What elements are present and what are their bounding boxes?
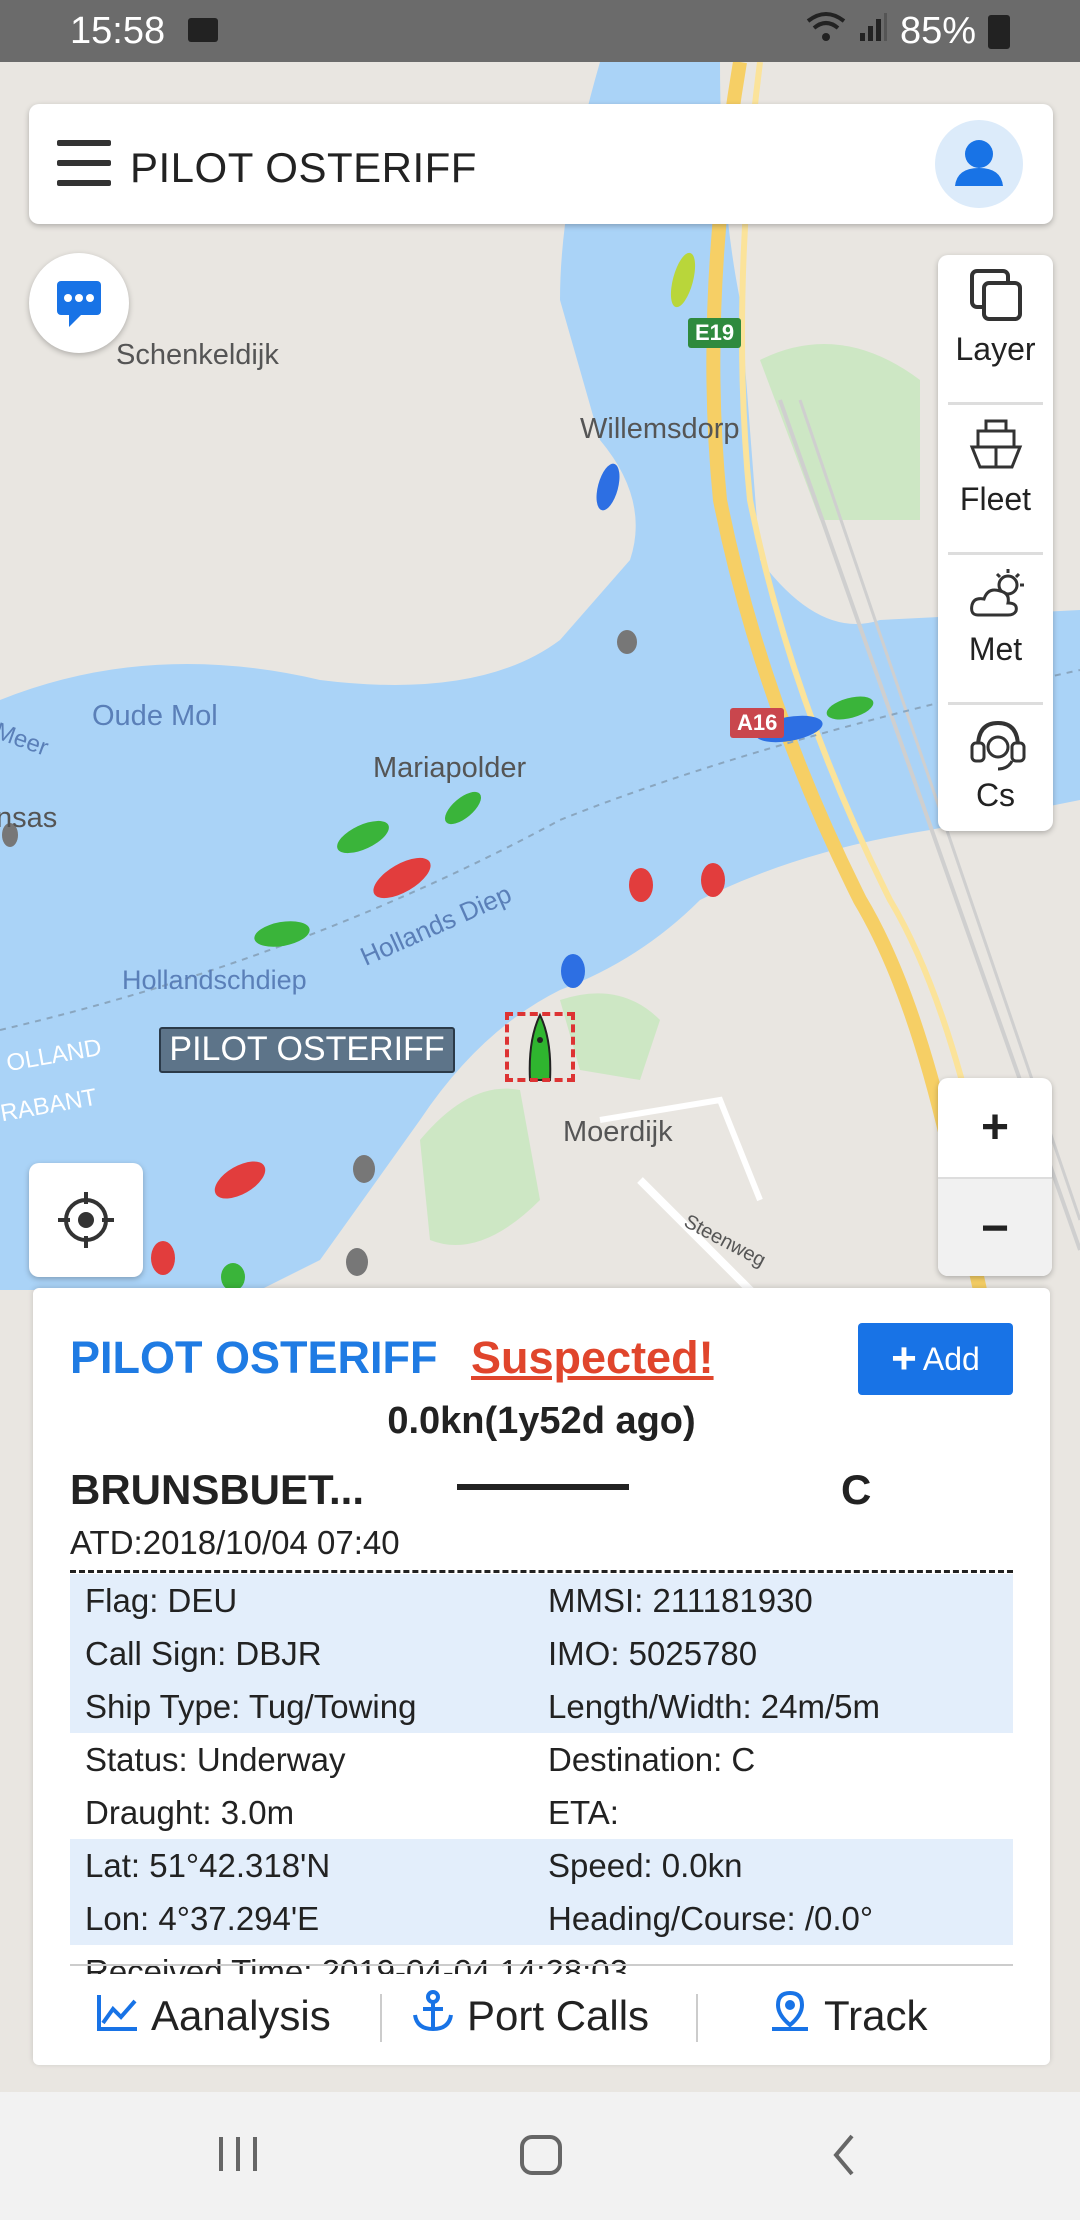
route-line (457, 1484, 629, 1490)
user-avatar[interactable] (935, 120, 1023, 208)
map-label-hollandschdiep: Hollandschdiep (122, 965, 307, 995)
detail-row: Lon: 4°37.294'E Heading/Course: /0.0° (70, 1892, 1013, 1945)
map-label-sas: nsas (0, 802, 58, 834)
map-label-mariapolder: Mariapolder (373, 752, 527, 784)
detail-row: Status: Underway Destination: C (70, 1733, 1013, 1786)
folder-icon (188, 18, 218, 42)
lat-value: Lat: 51°42.318'N (85, 1847, 331, 1884)
cs-button[interactable]: Cs (938, 705, 1053, 855)
met-label: Met (968, 631, 1023, 667)
lon-value: Lon: 4°37.294'E (85, 1900, 320, 1937)
fleet-button[interactable]: Fleet (938, 405, 1053, 555)
fleet-label: Fleet (959, 481, 1032, 517)
analysis-tab[interactable]: Aanalysis (95, 1966, 331, 2065)
search-title[interactable]: PILOT OSTERIFF (130, 144, 477, 192)
crosshair-icon (58, 1192, 114, 1248)
heading-course-value: Heading/Course: /0.0° (548, 1900, 874, 1937)
location-pin-icon (768, 1969, 812, 2068)
port-calls-label: Port Calls (467, 1992, 650, 2039)
user-icon (955, 140, 1003, 186)
map-tool-panel: Layer Fleet Met Cs (938, 255, 1053, 831)
anchor-icon (411, 1969, 455, 2068)
road-shield-e19: E19 (688, 318, 742, 348)
signal-icon (858, 10, 888, 53)
met-button[interactable]: Met (938, 555, 1053, 705)
chat-button[interactable] (29, 253, 129, 353)
track-tab[interactable]: Track (768, 1966, 927, 2065)
battery-icon (988, 14, 1010, 49)
divider (70, 1570, 1013, 1573)
mmsi-value: MMSI: 211181930 (548, 1582, 813, 1619)
menu-icon[interactable] (57, 140, 111, 188)
map-label-moerdijk: Moerdijk (563, 1116, 673, 1148)
battery-level: 85% (899, 10, 976, 52)
analysis-label: Aanalysis (151, 1992, 331, 2039)
weather-icon (970, 569, 1024, 617)
layer-button[interactable]: Layer (938, 255, 1053, 405)
wifi-icon (806, 10, 846, 53)
map-label-willemsdorp: Willemsdorp (580, 413, 740, 445)
speed-value: Speed: 0.0kn (548, 1847, 743, 1884)
clock: 15:58 (70, 10, 166, 52)
add-label: Add (922, 1341, 980, 1377)
nav-buttons (219, 2134, 854, 2176)
card-actions: Aanalysis Port Calls Track (33, 1966, 1050, 2065)
layer-label: Layer (955, 331, 1036, 367)
detail-row: Lat: 51°42.318'N Speed: 0.0kn (70, 1839, 1013, 1892)
back-icon (833, 2134, 854, 2176)
atd-time: ATD:2018/10/04 07:40 (70, 1524, 400, 1561)
destination-value: Destination: C (548, 1741, 756, 1778)
track-label: Track (824, 1992, 928, 2039)
zoom-controls: + − (938, 1078, 1052, 1276)
ship-type-value: Ship Type: Tug/Towing (85, 1688, 417, 1725)
add-button[interactable]: + Add (858, 1323, 1013, 1395)
chart-line-icon (95, 1969, 139, 2068)
zoom-out-button[interactable]: − (938, 1177, 1052, 1276)
system-nav-bar (0, 2092, 1080, 2220)
detail-row: Draught: 3.0m ETA: (70, 1786, 1013, 1839)
detail-row: Ship Type: Tug/Towing Length/Width: 24m/5… (70, 1680, 1013, 1733)
ship-icon (969, 419, 1023, 469)
vessel-map-label[interactable]: PILOT OSTERIFF (159, 1027, 455, 1073)
detail-row: Flag: DEU MMSI: 211181930 (70, 1574, 1013, 1627)
status-bar: 15:58 85% (0, 0, 1080, 62)
map-label-schenkeldijk: Schenkeldijk (116, 339, 279, 371)
road-shield-a16: A16 (730, 708, 785, 738)
chat-icon (57, 281, 101, 327)
my-location-button[interactable] (29, 1163, 143, 1277)
plus-icon: + (891, 1334, 917, 1383)
destination-port: C (841, 1466, 872, 1513)
detail-row: Call Sign: DBJR IMO: 5025780 (70, 1627, 1013, 1680)
suspected-warning[interactable]: Suspected! (471, 1332, 714, 1384)
headset-icon (970, 720, 1026, 771)
map-label-oude-mol: Oude Mol (92, 700, 218, 732)
vessel-info-card: PILOT OSTERIFF Suspected! + Add 0.0kn(1y5… (33, 1288, 1050, 2065)
home-icon (520, 2135, 562, 2175)
flag-value: Flag: DEU (85, 1582, 238, 1619)
search-bar[interactable]: PILOT OSTERIFF (29, 104, 1053, 224)
vessel-details-table[interactable]: Flag: DEU MMSI: 211181930 Call Sign: DBJR… (70, 1574, 1013, 1974)
layers-icon (970, 269, 1022, 321)
speed-summary: 0.0kn(1y52d ago) (387, 1400, 696, 1442)
origin-port: BRUNSBUET... (70, 1466, 365, 1513)
eta-value: ETA: (548, 1794, 619, 1831)
imo-value: IMO: 5025780 (548, 1635, 758, 1672)
draught-value: Draught: 3.0m (85, 1794, 295, 1831)
port-calls-tab[interactable]: Port Calls (411, 1966, 649, 2065)
length-width-value: Length/Width: 24m/5m (548, 1688, 880, 1725)
call-sign-value: Call Sign: DBJR (85, 1635, 322, 1672)
vessel-name: PILOT OSTERIFF (70, 1332, 438, 1383)
selected-vessel-marker[interactable] (505, 1012, 575, 1082)
cs-label: Cs (975, 777, 1016, 813)
status-value: Status: Underway (85, 1741, 346, 1778)
zoom-in-button[interactable]: + (938, 1078, 1052, 1177)
recent-apps-icon (219, 2137, 257, 2171)
